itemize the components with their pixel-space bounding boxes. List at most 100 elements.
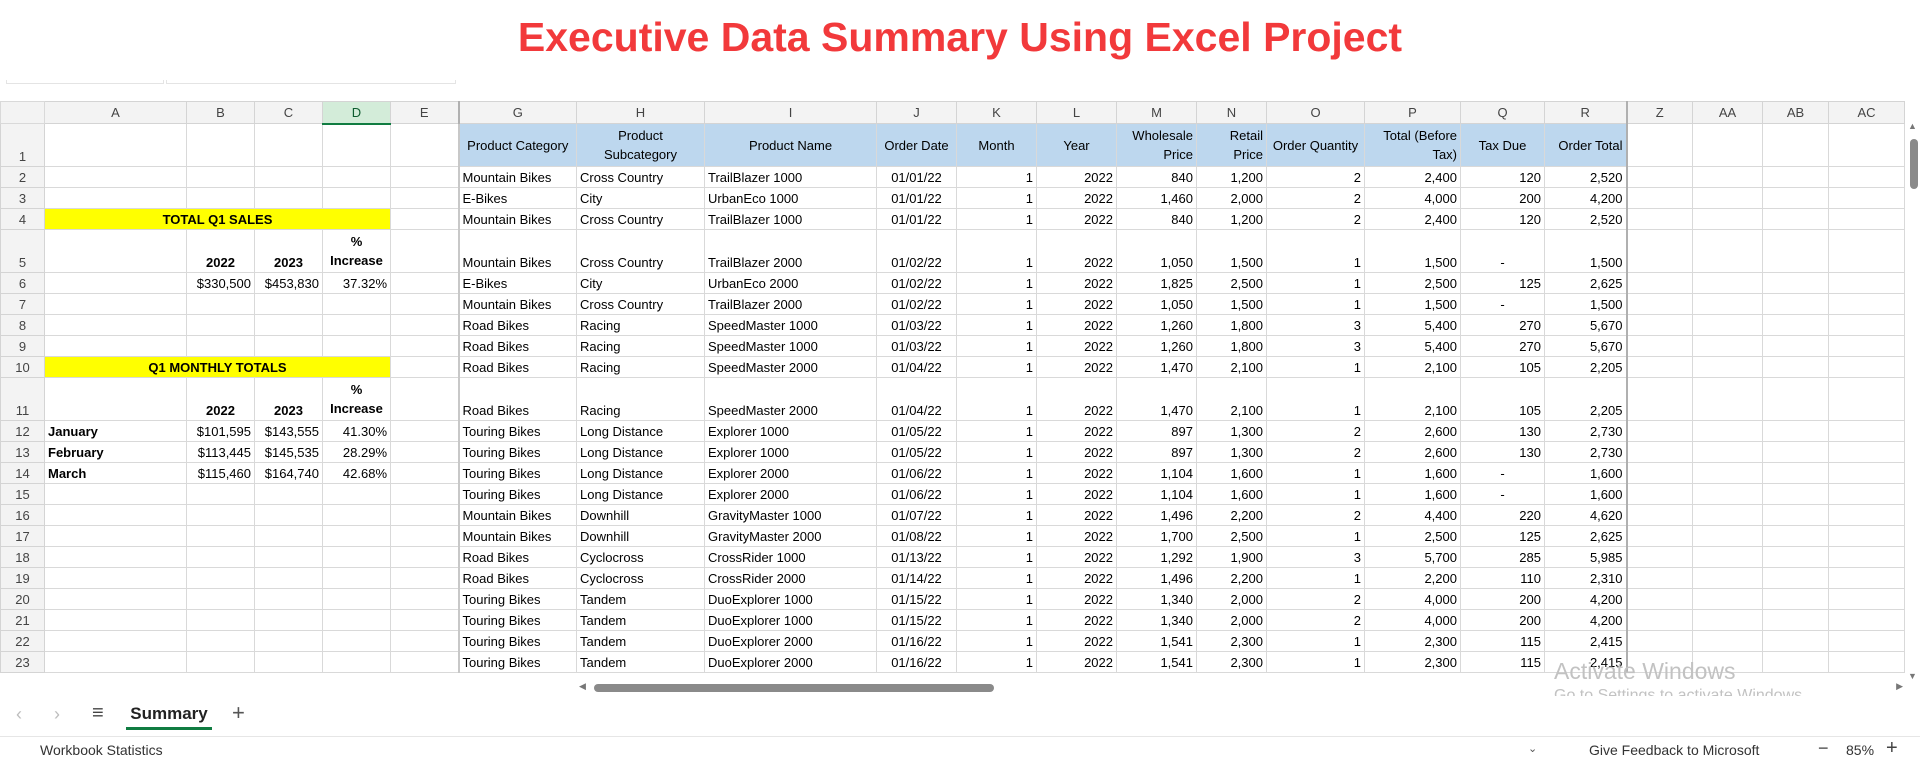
cell[interactable] [1762, 314, 1829, 336]
table-header[interactable]: Year [1036, 123, 1117, 167]
row-header[interactable]: 5 [0, 229, 45, 273]
table-cell[interactable]: 120 [1460, 208, 1545, 230]
table-cell[interactable]: 2022 [1036, 504, 1117, 526]
table-cell[interactable]: 1 [956, 314, 1037, 336]
table-cell[interactable]: Mountain Bikes [458, 166, 577, 188]
table-cell[interactable]: 01/01/22 [876, 208, 957, 230]
table-cell[interactable]: Road Bikes [458, 567, 577, 589]
table-cell[interactable]: 1 [956, 272, 1037, 294]
cell[interactable] [44, 123, 187, 167]
column-header-m[interactable]: M [1116, 101, 1197, 124]
cell[interactable] [44, 335, 187, 357]
table-cell[interactable]: Explorer 1000 [704, 441, 877, 463]
cell[interactable] [44, 483, 187, 505]
table-cell[interactable]: 1 [956, 441, 1037, 463]
table-cell[interactable]: 115 [1460, 630, 1545, 652]
cell[interactable] [186, 630, 255, 652]
pct-increase-header[interactable]: % Increase [322, 229, 391, 273]
cell[interactable] [390, 166, 460, 188]
year-2022-header[interactable]: 2022 [186, 377, 255, 421]
table-cell[interactable]: 2,100 [1196, 356, 1267, 378]
table-cell[interactable]: 1,470 [1116, 356, 1197, 378]
scroll-left-icon[interactable]: ◀ [579, 681, 586, 692]
cell[interactable] [1828, 335, 1905, 357]
table-cell[interactable]: 01/02/22 [876, 293, 957, 315]
table-cell[interactable]: 2,205 [1544, 377, 1627, 421]
table-cell[interactable]: 01/06/22 [876, 483, 957, 505]
cell[interactable] [390, 293, 460, 315]
cell[interactable] [254, 630, 323, 652]
cell[interactable] [1692, 504, 1763, 526]
table-cell[interactable]: 2022 [1036, 441, 1117, 463]
table-cell[interactable]: 4,620 [1544, 504, 1627, 526]
table-cell[interactable]: Downhill [576, 504, 705, 526]
cell[interactable] [1828, 293, 1905, 315]
cell[interactable] [1762, 546, 1829, 568]
table-cell[interactable]: 1 [956, 293, 1037, 315]
table-cell[interactable]: TrailBlazer 1000 [704, 166, 877, 188]
row-header[interactable]: 9 [0, 335, 45, 357]
table-header[interactable]: Wholesale Price [1116, 123, 1197, 167]
table-cell[interactable]: 1,600 [1364, 483, 1461, 505]
cell[interactable] [1625, 420, 1693, 442]
table-cell[interactable]: Long Distance [576, 462, 705, 484]
cell[interactable] [390, 462, 460, 484]
add-sheet-plus-icon[interactable]: + [232, 700, 245, 726]
cell[interactable] [1692, 483, 1763, 505]
table-cell[interactable]: 2,400 [1364, 166, 1461, 188]
cell[interactable] [1762, 567, 1829, 589]
table-cell[interactable]: 1,825 [1116, 272, 1197, 294]
table-cell[interactable]: SpeedMaster 1000 [704, 314, 877, 336]
cell[interactable] [1762, 483, 1829, 505]
row-header[interactable]: 16 [0, 504, 45, 526]
total-2022-value[interactable]: $330,500 [186, 272, 255, 294]
table-cell[interactable]: 1,800 [1196, 314, 1267, 336]
column-header-i[interactable]: I [704, 101, 877, 124]
cell[interactable] [1692, 335, 1763, 357]
table-cell[interactable]: 2022 [1036, 609, 1117, 631]
table-cell[interactable]: Explorer 2000 [704, 483, 877, 505]
column-header-n[interactable]: N [1196, 101, 1267, 124]
cell[interactable] [1625, 504, 1693, 526]
table-cell[interactable]: 2 [1266, 208, 1365, 230]
cell[interactable] [1762, 293, 1829, 315]
table-cell[interactable]: 2,300 [1364, 630, 1461, 652]
table-cell[interactable]: 1 [956, 462, 1037, 484]
table-cell[interactable]: Explorer 1000 [704, 420, 877, 442]
cell[interactable] [1625, 208, 1693, 230]
table-cell[interactable]: 2,520 [1544, 208, 1627, 230]
table-cell[interactable]: 1 [1266, 293, 1365, 315]
table-cell[interactable]: - [1460, 483, 1545, 505]
cell[interactable] [322, 314, 391, 336]
table-cell[interactable]: 3 [1266, 314, 1365, 336]
cell[interactable] [322, 630, 391, 652]
table-cell[interactable]: Cyclocross [576, 567, 705, 589]
cell[interactable] [254, 525, 323, 547]
table-cell[interactable]: 105 [1460, 377, 1545, 421]
month-pct-value[interactable]: 28.29% [322, 441, 391, 463]
table-cell[interactable]: 4,000 [1364, 588, 1461, 610]
cell[interactable] [390, 420, 460, 442]
cell[interactable] [44, 314, 187, 336]
table-cell[interactable]: - [1460, 462, 1545, 484]
cell[interactable] [254, 588, 323, 610]
column-header-j[interactable]: J [876, 101, 957, 124]
cell[interactable] [1692, 272, 1763, 294]
cell[interactable] [1828, 314, 1905, 336]
cell[interactable] [390, 335, 460, 357]
table-cell[interactable]: 5,985 [1544, 546, 1627, 568]
cell[interactable] [44, 525, 187, 547]
table-cell[interactable]: City [576, 272, 705, 294]
table-cell[interactable]: 01/15/22 [876, 588, 957, 610]
month-pct-value[interactable]: 42.68% [322, 462, 391, 484]
cell[interactable] [390, 314, 460, 336]
cell[interactable] [1762, 335, 1829, 357]
column-header-h[interactable]: H [576, 101, 705, 124]
zoom-level[interactable]: 85% [1846, 742, 1874, 758]
table-cell[interactable]: 1,292 [1116, 546, 1197, 568]
table-cell[interactable]: Cross Country [576, 166, 705, 188]
cell[interactable] [44, 229, 187, 273]
table-cell[interactable]: 2022 [1036, 293, 1117, 315]
table-cell[interactable]: 01/16/22 [876, 630, 957, 652]
month-label[interactable]: March [44, 462, 187, 484]
